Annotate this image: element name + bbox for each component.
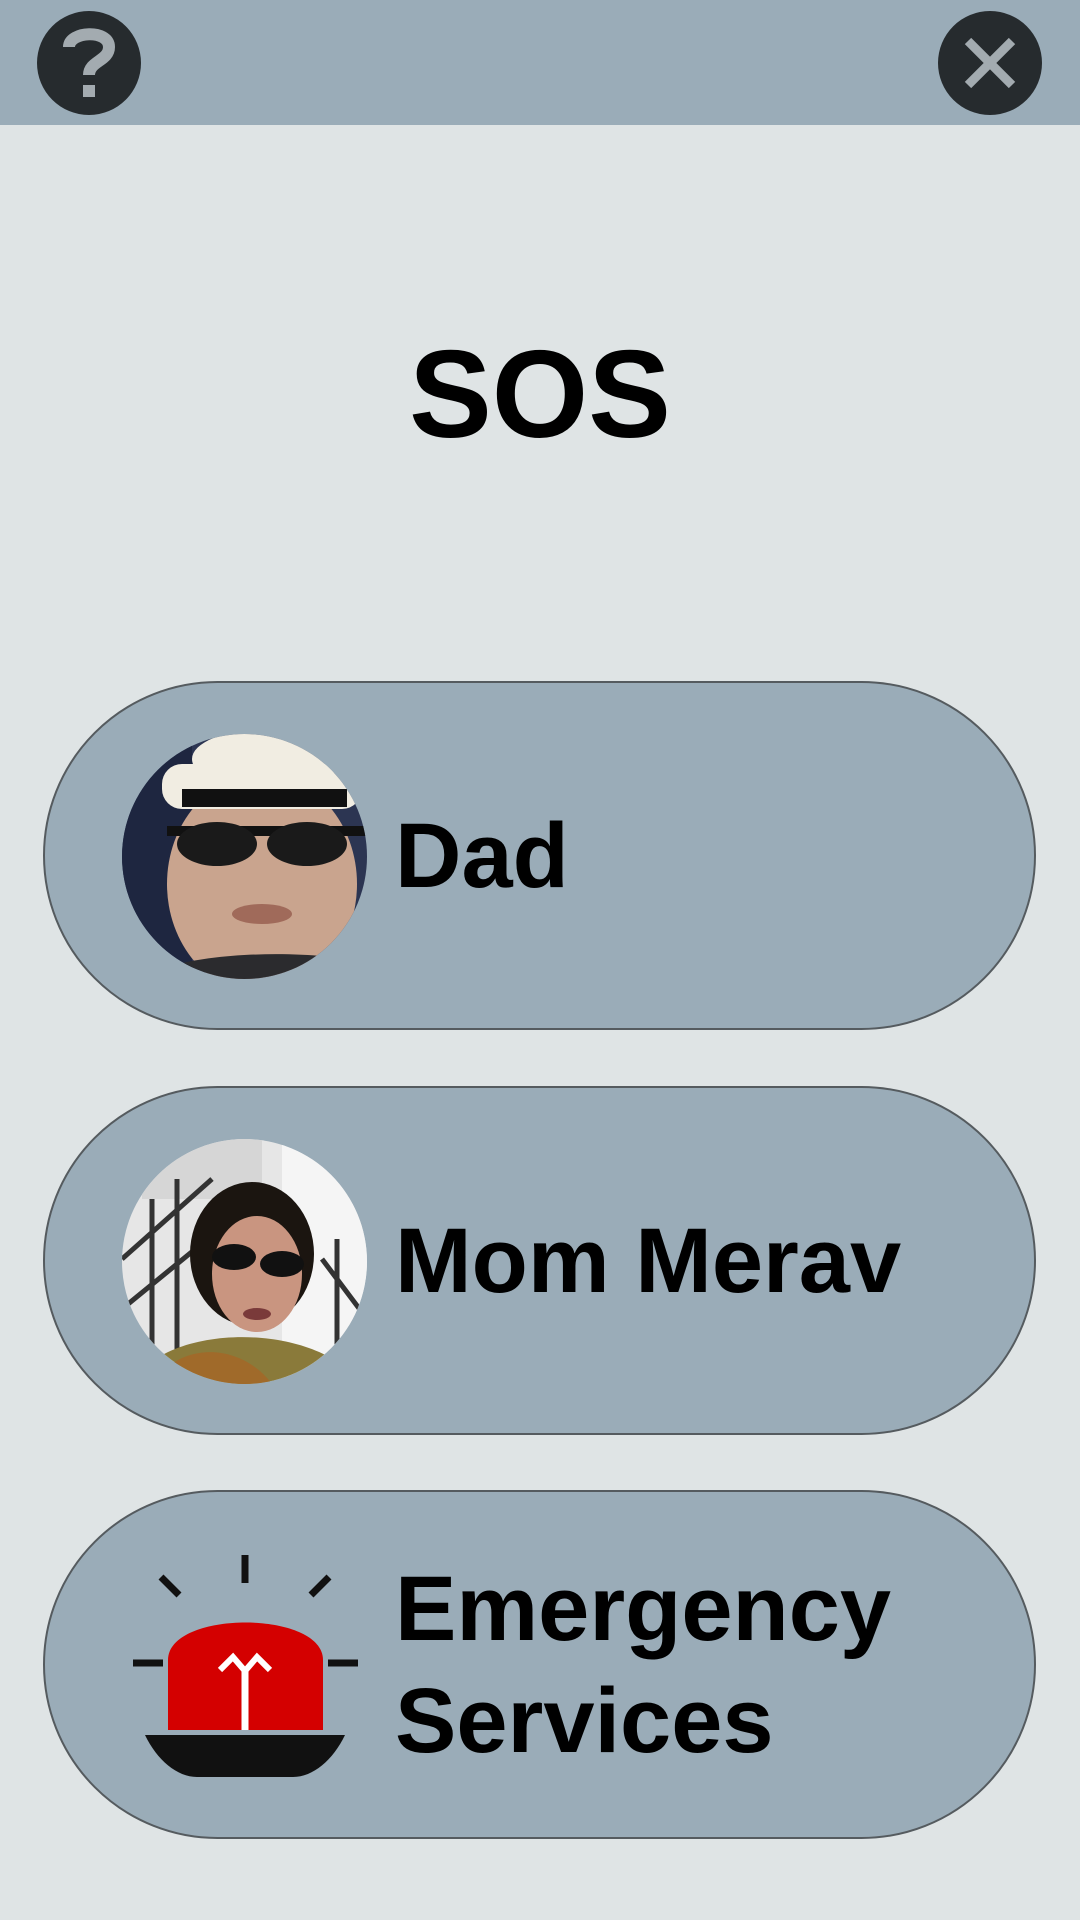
contact-label: Dad (395, 804, 569, 907)
avatar-mom (122, 1139, 367, 1384)
contact-label: Mom Merav (395, 1209, 902, 1312)
contact-button-mom[interactable]: Mom Merav (43, 1086, 1036, 1435)
avatar-dad (122, 734, 367, 979)
siren-icon (133, 1555, 358, 1777)
contact-button-dad[interactable]: Dad (43, 681, 1036, 1030)
page-title: SOS (409, 326, 671, 464)
top-bar (0, 0, 1080, 125)
close-button[interactable] (938, 11, 1042, 115)
question-mark-icon (63, 28, 116, 97)
help-button[interactable] (37, 11, 141, 115)
contact-label: Emergency Services (395, 1557, 892, 1772)
contact-button-emergency[interactable]: Emergency Services (43, 1490, 1036, 1839)
close-x-icon (964, 37, 1016, 89)
